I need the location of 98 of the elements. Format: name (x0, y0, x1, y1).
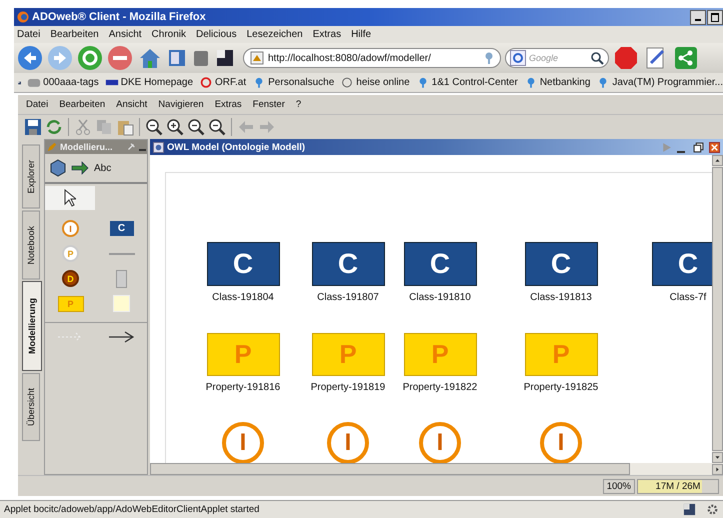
model-icon (153, 142, 164, 152)
cursor-icon (64, 189, 76, 207)
pin-icon[interactable] (126, 142, 136, 152)
instance-node[interactable]: I (222, 422, 264, 463)
class-node[interactable]: C (404, 242, 476, 286)
text-tool[interactable]: Abc (94, 162, 112, 174)
node-label: Class-7f (670, 292, 706, 303)
close-icon[interactable] (709, 142, 720, 152)
bookmark-label[interactable]: DKE Homepage (120, 77, 194, 88)
scrollbar-thumb[interactable] (150, 463, 630, 475)
node-label: Class-191813 (530, 292, 592, 303)
status-text: Applet bocitc/adoweb/app/AdoWebEditorClientApplet started (4, 504, 260, 515)
page-icon (250, 51, 264, 65)
class-node[interactable]: C (652, 242, 712, 286)
scroll-right-icon[interactable] (712, 464, 723, 474)
paste-icon[interactable] (116, 118, 134, 136)
menu-item[interactable]: Navigieren (158, 99, 204, 110)
datatype-tool[interactable]: D (62, 270, 79, 287)
menu-item[interactable]: Datei (26, 99, 48, 110)
menu-item[interactable]: Hilfe (351, 29, 372, 40)
menu-item[interactable]: Extras (214, 99, 242, 110)
zoom-icon[interactable] (187, 118, 205, 136)
zoom-icon[interactable] (208, 118, 226, 136)
search-placeholder: Google (529, 53, 560, 63)
arrow-icon[interactable] (106, 331, 136, 343)
model-window-title: OWL Model (Ontologie Modell) (167, 142, 306, 152)
menu-item[interactable]: Ansicht (108, 29, 142, 40)
back-icon[interactable] (17, 45, 43, 71)
menu-item[interactable]: Bearbeiten (50, 29, 99, 40)
menu-item[interactable]: Fenster (252, 99, 285, 110)
pencil-icon (47, 142, 57, 152)
gear-icon (706, 503, 719, 516)
window-title: ADOweb® Client - Mozilla Firefox (32, 11, 207, 23)
side-tab[interactable]: Modellierung (22, 281, 42, 372)
zoom-out-icon[interactable] (145, 118, 163, 136)
class-node[interactable]: C (312, 242, 384, 286)
restore-icon[interactable] (693, 142, 704, 152)
zoom-in-icon[interactable] (166, 118, 184, 136)
refresh-icon[interactable] (45, 118, 63, 136)
search-engine-icon (510, 50, 526, 66)
url-text: http://localhost:8080/adowf/modeller/ (268, 52, 432, 64)
class-tool[interactable]: C (110, 221, 134, 236)
menu-item[interactable]: ? (296, 99, 302, 110)
node-label: Class-191807 (317, 292, 379, 303)
side-tab[interactable]: Notebook (22, 210, 40, 280)
menu-item[interactable]: Bearbeiten (59, 99, 106, 110)
menu-item[interactable]: Chronik (152, 29, 186, 40)
hexagon-icon[interactable] (48, 158, 68, 178)
window-icon[interactable] (167, 48, 187, 68)
zoom-level: 100% (602, 478, 635, 494)
bookmark-label[interactable]: ORF.at (215, 77, 246, 88)
bookmark-label[interactable]: heise online (356, 77, 410, 88)
stop-icon[interactable] (107, 45, 133, 71)
bookmark-label[interactable]: Java(TM) Programmier... (612, 77, 723, 88)
node-label: Property-191822 (402, 382, 478, 393)
share-icon[interactable] (673, 45, 699, 71)
instance-node[interactable]: I (419, 422, 461, 463)
menu-item[interactable]: Datei (17, 29, 40, 40)
reload-icon[interactable] (77, 45, 103, 71)
pin-icon (484, 52, 494, 64)
scroll-down-icon[interactable] (712, 452, 723, 463)
horizontal-scrollbar[interactable] (150, 463, 723, 475)
search-icon[interactable] (590, 51, 604, 65)
pointer-tool[interactable] (45, 186, 95, 210)
node-label: Class-191810 (409, 292, 471, 303)
bookmark-label[interactable]: Personalsuche (268, 77, 334, 88)
node-label: Property-191825 (524, 382, 598, 393)
bookmark-label[interactable]: Netbanking (540, 77, 590, 88)
instance-node[interactable]: I (540, 422, 582, 463)
bookmark-label[interactable]: 000aaa-tags (43, 77, 99, 88)
stop-sign-icon[interactable] (613, 45, 639, 71)
ring-icon (199, 77, 214, 88)
scroll-up-icon[interactable] (712, 155, 723, 166)
save-icon[interactable] (24, 118, 42, 136)
memory-meter: 17M / 26M (637, 478, 719, 494)
palette-title: Modellieru... (60, 142, 114, 152)
folder-icon (27, 77, 42, 88)
tag-icon[interactable] (191, 48, 211, 68)
class-node[interactable]: C (206, 242, 280, 286)
contrast-icon[interactable] (215, 48, 235, 68)
menu-item[interactable]: Delicious (196, 29, 237, 40)
node-label: Property-191816 (206, 382, 280, 393)
minimize-button[interactable] (690, 10, 706, 24)
class-node[interactable]: C (524, 242, 598, 286)
flag-icon (104, 77, 119, 88)
side-tab[interactable]: Übersicht (22, 373, 40, 442)
bookmark-label[interactable]: 1&1 Control-Center (432, 77, 518, 88)
instance-node[interactable]: I (327, 422, 369, 463)
menu-item[interactable]: Ansicht (116, 99, 148, 110)
menu-item[interactable]: Lesezeichen (246, 29, 303, 40)
circle-icon (340, 77, 354, 88)
maximize-button[interactable] (707, 10, 723, 24)
node-label: Property-191819 (310, 382, 386, 393)
node-label: Class-191804 (212, 292, 274, 303)
side-tab[interactable]: Explorer (22, 145, 40, 209)
menu-item[interactable]: Extras (312, 29, 342, 40)
address-field[interactable]: http://localhost:8080/adowf/modeller/ (243, 48, 501, 68)
browser-logo-icon (17, 11, 29, 23)
